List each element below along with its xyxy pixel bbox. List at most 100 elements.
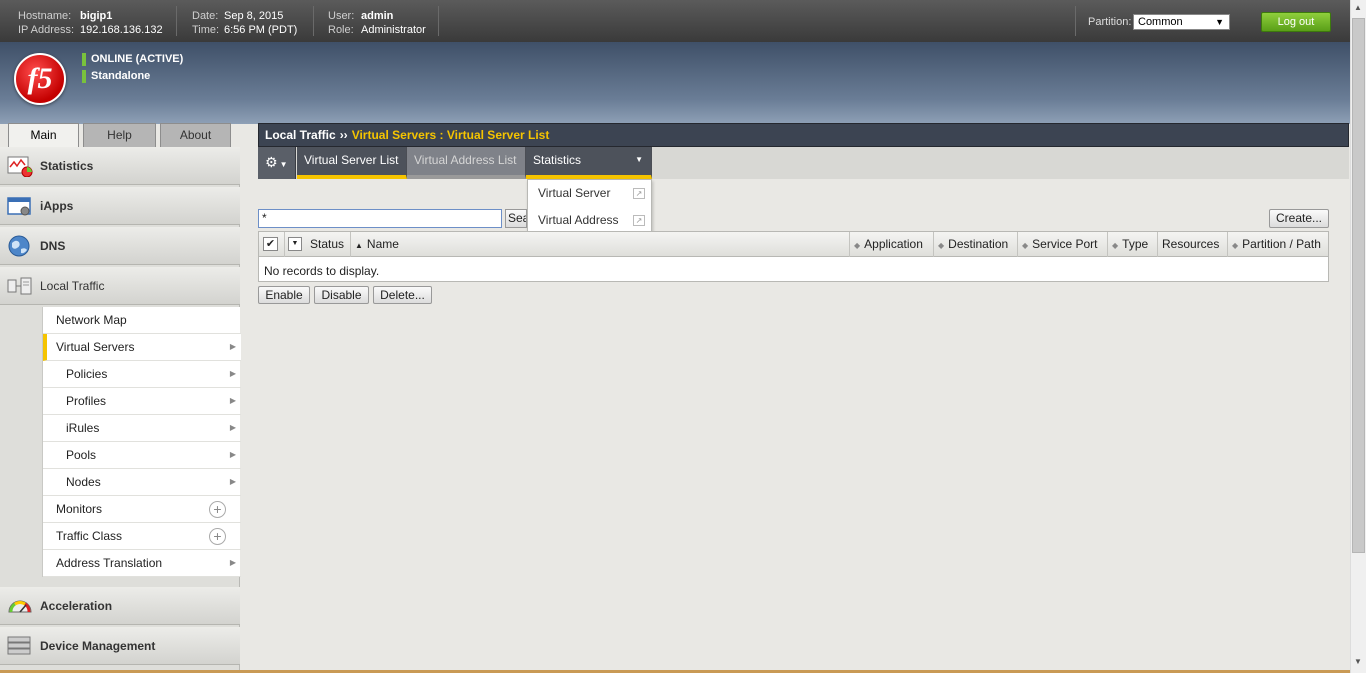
subnav-item-traffic-class[interactable]: Traffic Class +: [43, 523, 241, 550]
tab-main[interactable]: Main: [8, 123, 79, 148]
column-name[interactable]: ▲ Name: [351, 232, 850, 257]
select-all-checkbox[interactable]: ✔: [263, 237, 278, 251]
subtab-virtual-server-list[interactable]: Virtual Server List: [297, 147, 407, 179]
scrollbar-thumb[interactable]: [1352, 18, 1365, 553]
breadcrumb-current: Virtual Servers : Virtual Server List: [351, 128, 550, 142]
date-value: Sep 8, 2015: [224, 10, 284, 22]
breadcrumb-separator: ››: [339, 128, 348, 142]
add-traffic-class-icon[interactable]: +: [209, 528, 226, 545]
local-traffic-icon: [7, 277, 32, 295]
sidebar-item-device-management[interactable]: Device Management: [0, 627, 240, 665]
globe-icon: [8, 235, 30, 257]
status-standalone: Standalone: [82, 70, 150, 83]
column-label: Destination: [948, 237, 1009, 251]
sidebar: Statistics iApps DNS Local Traffic Netwo…: [0, 147, 241, 673]
subnav-label: Traffic Class: [56, 529, 123, 543]
subtab-statistics[interactable]: Statistics ▼: [526, 147, 652, 179]
sort-icon: ◆: [1232, 241, 1239, 250]
external-link-icon[interactable]: ↗: [633, 188, 645, 199]
column-label: Status: [310, 237, 345, 251]
subnav-item-irules[interactable]: iRules ▶: [43, 415, 241, 442]
column-destination[interactable]: ◆ Destination: [934, 232, 1018, 257]
create-button[interactable]: Create...: [1269, 209, 1329, 228]
chevron-right-icon: ▶: [229, 369, 236, 378]
tab-about[interactable]: About: [160, 123, 231, 147]
sort-icon: ◆: [938, 241, 945, 250]
column-partition-path[interactable]: ◆ Partition / Path: [1228, 232, 1328, 257]
menu-item-virtual-address[interactable]: Virtual Address ↗: [528, 207, 651, 234]
disable-button[interactable]: Disable: [314, 286, 369, 304]
chevron-right-icon: ▶: [229, 558, 236, 567]
vertical-scrollbar[interactable]: ▲ ▼: [1350, 0, 1366, 673]
sidebar-label: Local Traffic: [40, 279, 105, 293]
scroll-up-icon[interactable]: ▲: [1354, 3, 1362, 12]
column-type[interactable]: ◆ Type: [1108, 232, 1158, 257]
partition-value: Common: [1138, 16, 1183, 28]
date-label: Date:: [192, 10, 219, 22]
logout-button[interactable]: Log out: [1261, 12, 1331, 32]
partition-select[interactable]: Common ▼: [1133, 14, 1230, 30]
column-status[interactable]: ▼ Status: [285, 232, 351, 257]
subnav-item-virtual-servers[interactable]: Virtual Servers ▶: [43, 334, 241, 361]
f5-logo[interactable]: f5: [14, 53, 66, 105]
subnav-item-monitors[interactable]: Monitors +: [43, 496, 241, 523]
sidebar-label: Acceleration: [40, 599, 113, 613]
subnav-item-pools[interactable]: Pools ▶: [43, 442, 241, 469]
divider: [438, 6, 439, 36]
column-service-port[interactable]: ◆ Service Port: [1018, 232, 1108, 257]
sort-icon: ◆: [1022, 241, 1029, 250]
sidebar-item-dns[interactable]: DNS: [0, 227, 240, 265]
column-label: Resources: [1162, 237, 1220, 251]
gear-menu-button[interactable]: ⚙ ▼: [258, 147, 296, 179]
column-application[interactable]: ◆ Application: [850, 232, 934, 257]
host-info: Hostname: bigip1 IP Address: 192.168.136.1…: [18, 9, 163, 37]
divider: [313, 6, 314, 36]
sidebar-label: Device Management: [40, 639, 156, 653]
scroll-down-icon[interactable]: ▼: [1354, 657, 1362, 666]
gear-icon: ⚙: [265, 154, 278, 170]
subnav-item-network-map[interactable]: Network Map: [43, 307, 241, 334]
table-header: ✔ ▼ Status ▲ Name ◆ Application ◆ Destinati…: [259, 232, 1328, 257]
ip-label: IP Address:: [18, 24, 75, 36]
sidebar-item-iapps[interactable]: iApps: [0, 187, 240, 225]
subtab-virtual-address-list[interactable]: Virtual Address List: [407, 147, 526, 179]
search-input[interactable]: *: [258, 209, 502, 228]
menu-item-virtual-server[interactable]: Virtual Server ↗: [528, 180, 651, 207]
delete-button[interactable]: Delete...: [373, 286, 432, 304]
divider: [176, 6, 177, 36]
sidebar-item-acceleration[interactable]: Acceleration: [0, 587, 240, 625]
chevron-right-icon: ▶: [229, 342, 236, 351]
breadcrumb-section[interactable]: Local Traffic: [265, 128, 336, 142]
subnav-item-address-translation[interactable]: Address Translation ▶: [43, 550, 241, 577]
sidebar-label: iApps: [40, 199, 74, 213]
subnav-label: Policies: [66, 367, 108, 381]
subnav-label: Monitors: [56, 502, 103, 516]
subnav-label: Virtual Servers: [56, 340, 135, 354]
virtual-server-table: ✔ ▼ Status ▲ Name ◆ Application ◆ Destinati…: [258, 231, 1329, 282]
enable-button[interactable]: Enable: [258, 286, 310, 304]
chevron-right-icon: ▶: [229, 477, 236, 486]
status-online: ONLINE (ACTIVE): [82, 53, 183, 66]
sort-icon: ◆: [1112, 241, 1119, 250]
hostname-label: Hostname:: [18, 10, 72, 22]
chevron-down-icon: ▼: [279, 160, 288, 169]
add-monitor-icon[interactable]: +: [209, 501, 226, 518]
tab-help[interactable]: Help: [83, 123, 156, 147]
subnav-item-nodes[interactable]: Nodes ▶: [43, 469, 241, 496]
sidebar-item-local-traffic[interactable]: Local Traffic: [0, 267, 240, 305]
status-filter-dropdown[interactable]: ▼: [288, 237, 302, 251]
external-link-icon[interactable]: ↗: [633, 215, 645, 226]
sidebar-item-statistics[interactable]: Statistics: [0, 147, 240, 185]
subnav-item-profiles[interactable]: Profiles ▶: [43, 388, 241, 415]
column-resources: Resources: [1158, 232, 1228, 257]
divider: [1075, 6, 1076, 36]
select-all-column: ✔: [259, 232, 285, 257]
subtab-label: Statistics: [533, 153, 582, 167]
datetime-info: Date: Sep 8, 2015 Time: 6:56 PM (PDT): [192, 9, 297, 37]
statistics-dropdown-menu: Virtual Server ↗ Virtual Address ↗: [527, 179, 652, 234]
subnav-item-policies[interactable]: Policies ▶: [43, 361, 241, 388]
subnav-label: Address Translation: [56, 556, 163, 570]
search-button-label: Search: [508, 211, 526, 225]
search-button[interactable]: Search: [505, 209, 527, 228]
ip-value: 192.168.136.132: [80, 24, 163, 36]
